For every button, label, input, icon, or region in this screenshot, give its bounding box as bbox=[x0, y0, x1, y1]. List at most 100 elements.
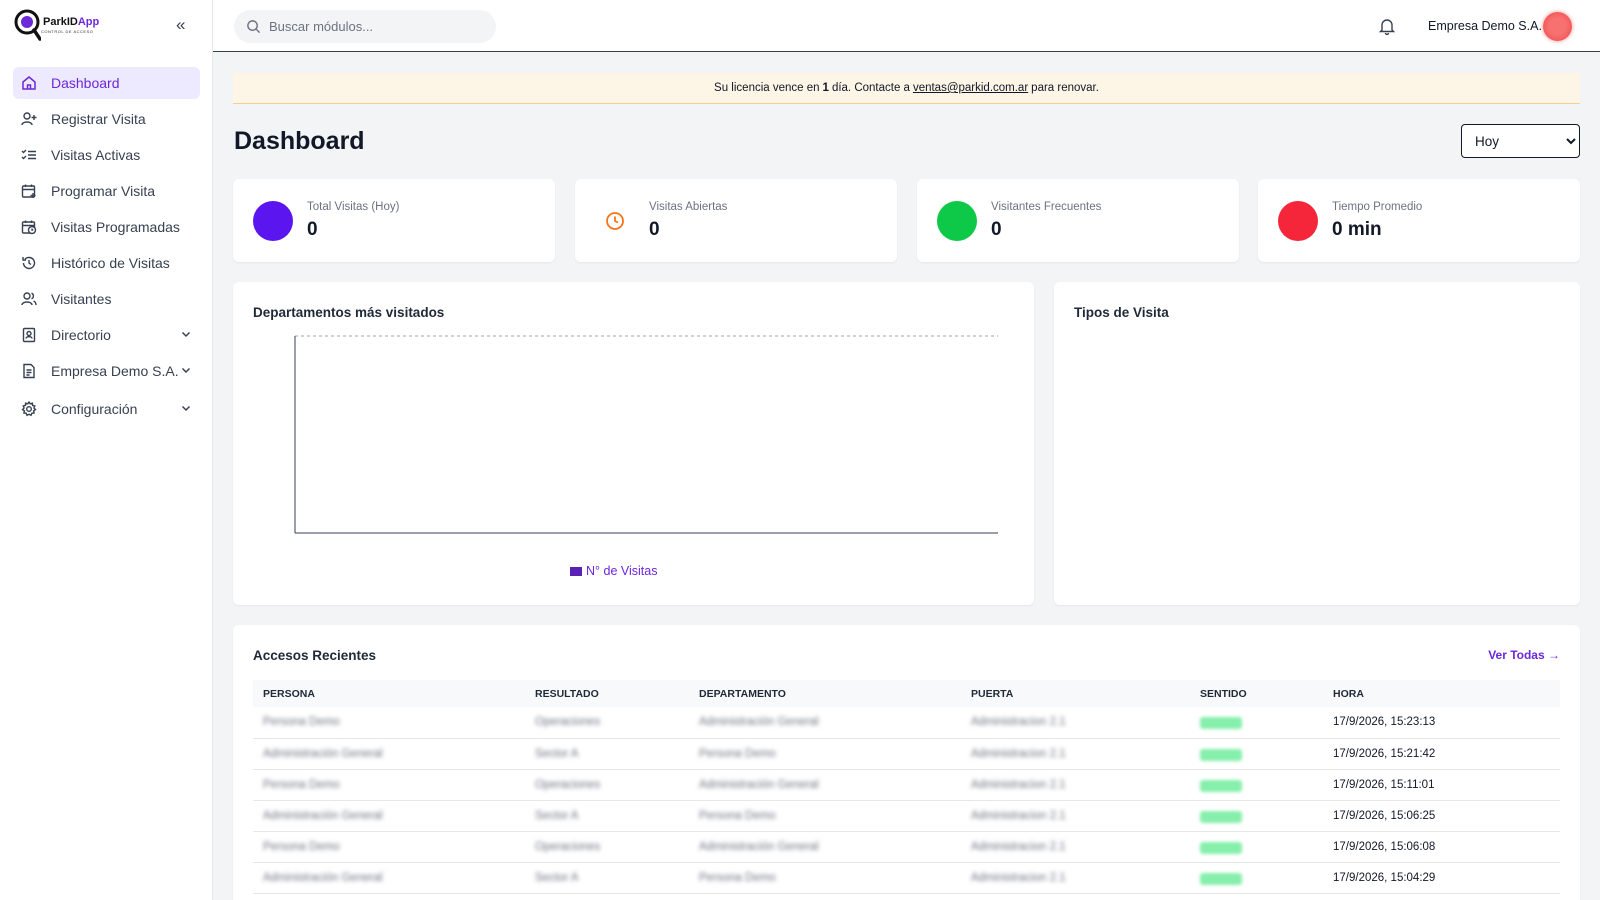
sidebar-item-historico-de-visitas[interactable]: Histórico de Visitas bbox=[13, 247, 200, 279]
cell-hora: 17/9/2026, 15:06:08 bbox=[1323, 831, 1560, 863]
cell-resultado: Operaciones bbox=[525, 769, 689, 801]
module-search[interactable] bbox=[234, 10, 496, 43]
banner-prefix: Su licencia vence en bbox=[714, 82, 820, 94]
calendar-plus-icon bbox=[21, 183, 37, 199]
cell-departamento: Persona Demo bbox=[689, 738, 961, 770]
sidebar-item-dashboard[interactable]: Dashboard bbox=[13, 67, 200, 99]
table-row[interactable]: Persona Demo Operaciones Administración Ge… bbox=[253, 707, 1560, 739]
chevron-down-icon bbox=[181, 405, 191, 412]
col-header: Persona bbox=[253, 680, 525, 707]
stat-label: Total Visitas (Hoy) bbox=[307, 201, 400, 213]
cell-puerta: Administracion 2.1 bbox=[961, 769, 1190, 801]
departamento-value: Administración General bbox=[699, 840, 819, 853]
cell-puerta: Administracion 2.1 bbox=[961, 831, 1190, 863]
table-row[interactable]: Administración General Sector A Persona De… bbox=[253, 800, 1560, 832]
cell-puerta: Administracion 2.1 bbox=[961, 862, 1190, 894]
col-header: Departamento bbox=[689, 680, 961, 707]
cell-sentido: Entrada bbox=[1190, 831, 1323, 863]
col-header: Sentido bbox=[1190, 680, 1323, 707]
recent-access-card: Accesos Recientes Ver Todas → Persona Re… bbox=[233, 625, 1580, 900]
cell-hora: 17/9/2026, 15:23:13 bbox=[1323, 707, 1560, 739]
sentido-value: Entrada bbox=[1200, 779, 1242, 792]
sidebar-item-label: Directorio bbox=[51, 327, 111, 343]
chart-title: Tipos de Visita bbox=[1074, 305, 1169, 320]
chart-legend[interactable]: N° de Visitas bbox=[570, 564, 657, 578]
topbar: Empresa Demo S.A. bbox=[213, 0, 1600, 52]
avatar[interactable] bbox=[1543, 12, 1572, 41]
sentido-value: Entrada bbox=[1200, 810, 1242, 823]
table-row[interactable]: Persona Demo Operaciones Administración Ge… bbox=[253, 769, 1560, 801]
cell-persona: Persona Demo bbox=[253, 707, 525, 739]
logo-pin-icon bbox=[14, 9, 41, 41]
hora-value: 17/9/2026, 15:04:29 bbox=[1333, 871, 1436, 884]
hora-value: 17/9/2026, 15:21:42 bbox=[1333, 747, 1436, 760]
app-logo[interactable]: ParkIDApp CONTROL DE ACCESO bbox=[14, 9, 99, 41]
hora-value: 17/9/2026, 15:11:01 bbox=[1333, 778, 1435, 791]
cell-persona: Persona Demo bbox=[253, 769, 525, 801]
sidebar-item-visitas-programadas[interactable]: Visitas Programadas bbox=[13, 211, 200, 243]
view-all-link[interactable]: Ver Todas → bbox=[1488, 648, 1560, 662]
cell-resultado: Sector A bbox=[525, 862, 689, 894]
sidebar-item-visitantes[interactable]: Visitantes bbox=[13, 283, 200, 315]
stat-icon-circle bbox=[1278, 201, 1318, 241]
cell-resultado: Sector A bbox=[525, 738, 689, 770]
cell-departamento: Administración General bbox=[689, 831, 961, 863]
sales-email-link[interactable]: ventas@parkid.com.ar bbox=[913, 82, 1028, 94]
col-header: Hora bbox=[1323, 680, 1560, 707]
puerta-value: Administracion 2.1 bbox=[971, 809, 1066, 822]
cell-resultado: Sector A bbox=[525, 800, 689, 832]
table-row[interactable]: Administración General Sector A Persona De… bbox=[253, 738, 1560, 770]
persona-value: Administración General bbox=[263, 747, 383, 760]
sentido-value: Entrada bbox=[1200, 717, 1242, 730]
table-row[interactable]: Persona Demo Operaciones Administración Ge… bbox=[253, 831, 1560, 863]
sentido-value: Entrada bbox=[1200, 872, 1242, 885]
stat-card-visitantes-frecuentes: Visitantes Frecuentes 0 bbox=[917, 179, 1239, 262]
puerta-value: Administracion 2.1 bbox=[971, 747, 1066, 760]
cell-puerta: Administracion 2.1 bbox=[961, 800, 1190, 832]
chevron-down-icon bbox=[181, 331, 191, 338]
table-row[interactable]: Administración General Sector A Persona De… bbox=[253, 862, 1560, 894]
sidebar-item-registrar-visita[interactable]: Registrar Visita bbox=[13, 103, 200, 135]
stat-card-total-visitas: Total Visitas (Hoy) 0 bbox=[233, 179, 555, 262]
departamento-value: Administración General bbox=[699, 778, 819, 791]
resultado-value: Operaciones bbox=[535, 840, 601, 853]
cell-puerta: Administracion 2.1 bbox=[961, 738, 1190, 770]
sidebar-item-configuracion[interactable]: Configuración bbox=[13, 393, 200, 425]
puerta-value: Administracion 2.1 bbox=[971, 778, 1066, 791]
clock-icon bbox=[606, 212, 624, 230]
puerta-value: Administracion 2.1 bbox=[971, 716, 1066, 729]
cell-persona: Administración General bbox=[253, 862, 525, 894]
sidebar-item-programar-visita[interactable]: Programar Visita bbox=[13, 175, 200, 207]
puerta-value: Administracion 2.1 bbox=[971, 871, 1066, 884]
departamento-value: Persona Demo bbox=[699, 747, 776, 760]
cell-hora: 17/9/2026, 15:04:29 bbox=[1323, 862, 1560, 894]
col-header: Resultado bbox=[525, 680, 689, 707]
period-select[interactable]: Hoy bbox=[1461, 124, 1580, 158]
sidebar-item-label: Dashboard bbox=[51, 75, 120, 91]
persona-value: Persona Demo bbox=[263, 778, 340, 791]
cell-departamento: Persona Demo bbox=[689, 800, 961, 832]
sidebar: ParkIDApp CONTROL DE ACCESO « Dashboard … bbox=[0, 0, 213, 900]
stat-value: 0 bbox=[991, 219, 1002, 240]
company-name[interactable]: Empresa Demo S.A. bbox=[1428, 19, 1542, 33]
sidebar-item-label: Visitas Programadas bbox=[51, 219, 180, 235]
stat-icon-circle bbox=[253, 201, 293, 241]
table-header-row: Persona Resultado Departamento Puerta Se… bbox=[253, 680, 1560, 707]
departamento-value: Persona Demo bbox=[699, 809, 776, 822]
bell-icon[interactable] bbox=[1378, 17, 1396, 35]
sidebar-item-empresa[interactable]: Empresa Demo S.A. bbox=[13, 355, 200, 387]
collapse-sidebar-button[interactable]: « bbox=[176, 16, 185, 33]
sidebar-item-directorio[interactable]: Directorio bbox=[13, 319, 200, 351]
sidebar-item-visitas-activas[interactable]: Visitas Activas bbox=[13, 139, 200, 171]
hora-value: 17/9/2026, 15:06:08 bbox=[1333, 840, 1436, 853]
persona-value: Administración General bbox=[263, 809, 383, 822]
legend-label: N° de Visitas bbox=[586, 564, 658, 578]
search-input[interactable] bbox=[269, 19, 469, 34]
logo-text: ParkIDApp CONTROL DE ACCESO bbox=[41, 16, 99, 34]
sidebar-item-label: Configuración bbox=[51, 401, 138, 417]
license-banner: Su licencia vence en 1 día. Contacte a v… bbox=[233, 73, 1580, 104]
document-icon bbox=[21, 363, 37, 379]
cell-sentido: Entrada bbox=[1190, 707, 1323, 739]
recent-access-title: Accesos Recientes bbox=[253, 648, 377, 663]
visit-types-chart-card: Tipos de Visita bbox=[1054, 282, 1580, 605]
